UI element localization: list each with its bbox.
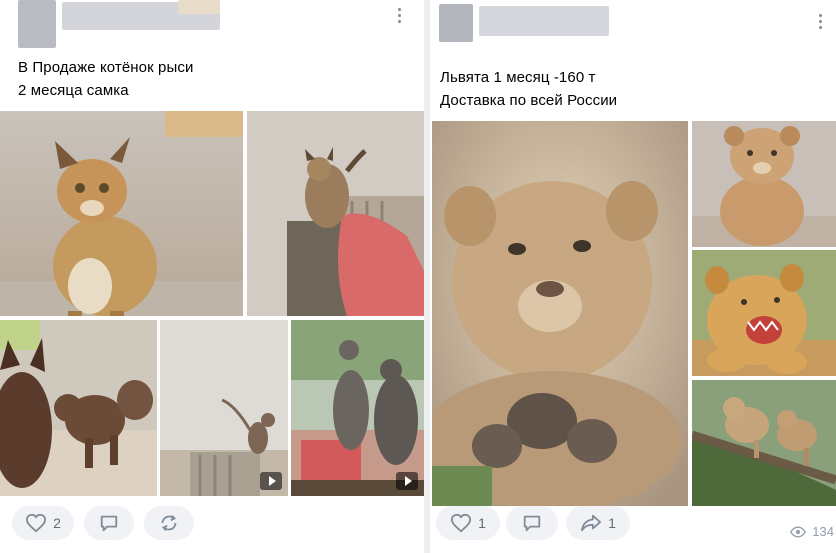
post-text-line: 2 месяца самка (18, 82, 129, 99)
share-icon (581, 514, 602, 532)
lion-cub-sitting-image (692, 121, 836, 247)
play-icon[interactable] (260, 472, 282, 490)
post-card-lion-cubs: Львята 1 месяц -160 т Доставка по всей Р… (430, 0, 836, 553)
lynx-on-floor-image (160, 320, 288, 496)
share-count: 1 (608, 515, 616, 531)
lynx-kitten-image (0, 111, 243, 316)
more-options-icon[interactable] (816, 10, 824, 32)
photo-cats-at-window[interactable] (291, 320, 424, 496)
author-header-blurred[interactable] (439, 0, 609, 48)
repost-button[interactable] (144, 506, 194, 540)
post-card-lynx: В Продаже котёнок рыси 2 месяца самка 2 (0, 0, 424, 553)
post-text-line: В Продаже котёнок рыси (18, 59, 194, 76)
photo-lion-cub-closeup[interactable] (432, 121, 688, 506)
comment-icon (100, 515, 118, 532)
photo-lynx-kitten-sitting[interactable] (0, 111, 243, 316)
heart-icon (451, 513, 472, 533)
photo-lion-cubs-on-branch[interactable] (692, 380, 836, 506)
photo-lion-cub-roaring[interactable] (692, 250, 836, 376)
like-count: 2 (53, 515, 61, 531)
heart-icon (26, 513, 47, 533)
share-button[interactable]: 1 (566, 506, 630, 540)
lion-cubs-branch-image (692, 380, 836, 506)
views-counter: 134 (790, 524, 834, 539)
sphynx-cats-image (0, 320, 157, 496)
eye-icon (790, 526, 807, 537)
author-header-blurred[interactable] (18, 0, 223, 48)
more-options-icon[interactable] (395, 4, 403, 26)
like-button[interactable]: 1 (436, 506, 500, 540)
photo-lynx-kitten-on-floor[interactable] (160, 320, 288, 496)
lion-cub-roaring-image (692, 250, 836, 376)
views-count: 134 (812, 524, 834, 539)
cats-window-image (291, 320, 424, 496)
post-text: В Продаже котёнок рыси 2 месяца самка (18, 56, 408, 102)
lion-cub-closeup-image (432, 121, 688, 506)
comment-button[interactable] (84, 506, 134, 540)
comment-button[interactable] (506, 506, 558, 540)
post-text-line: Доставка по всей России (440, 92, 618, 109)
lynx-on-sofa-image (247, 111, 424, 316)
comment-icon (523, 515, 541, 532)
photo-sphynx-cats-and-lynx[interactable] (0, 320, 157, 496)
photo-lion-cub-sitting[interactable] (692, 121, 836, 247)
post-text-line: Львята 1 месяц -160 т (440, 69, 596, 86)
post-text: Львята 1 месяц -160 т Доставка по всей Р… (440, 66, 820, 112)
like-button[interactable]: 2 (12, 506, 74, 540)
like-count: 1 (478, 515, 486, 531)
photo-lynx-kitten-on-sofa[interactable] (247, 111, 424, 316)
play-icon[interactable] (396, 472, 418, 490)
repost-icon (161, 515, 177, 531)
